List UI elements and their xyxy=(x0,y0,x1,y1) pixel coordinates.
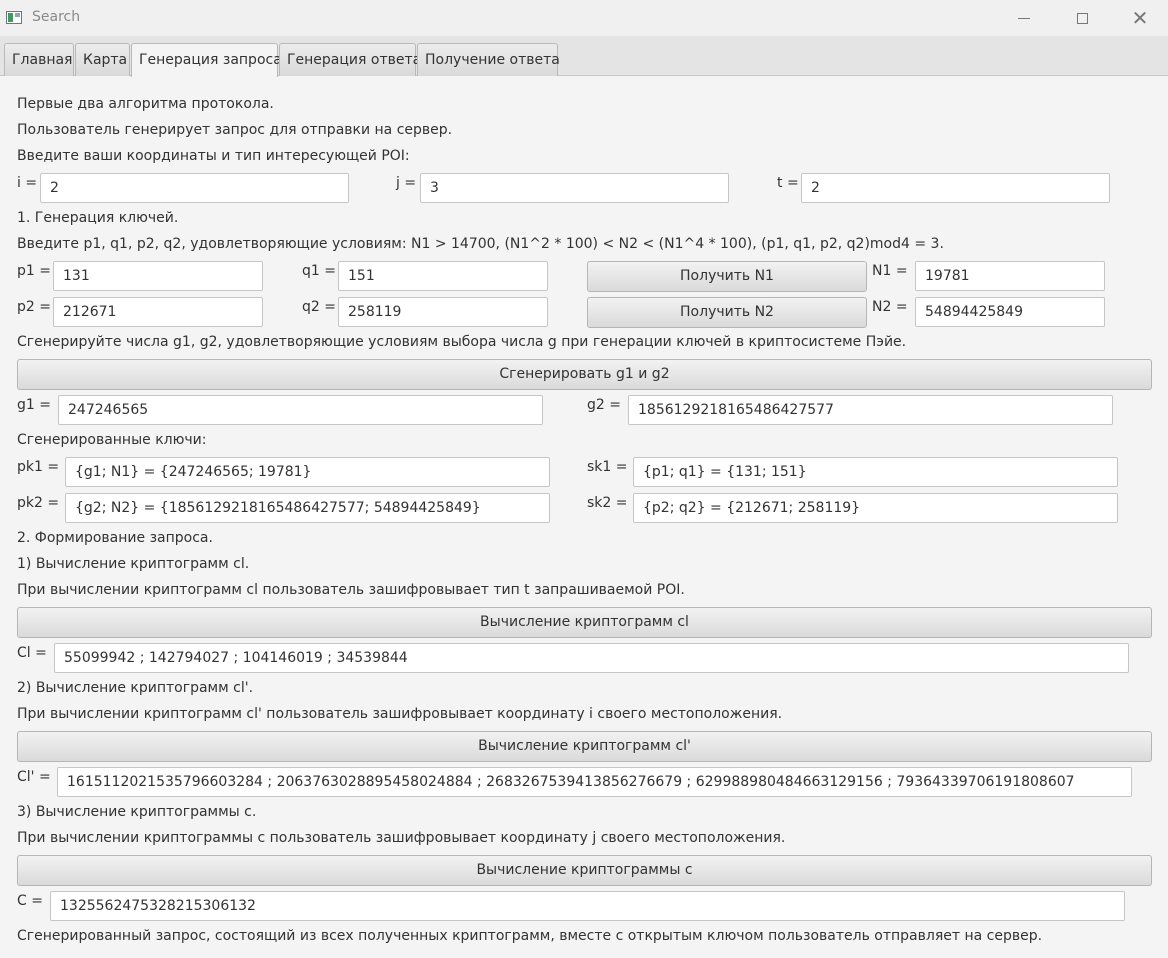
g-instruction: Сгенерируйте числа g1, g2, удовлетворяющ… xyxy=(17,334,907,350)
c-description: При вычислении криптограммы c пользовате… xyxy=(17,830,786,846)
tab-bar: Главная Карта Генерация запроса Генераци… xyxy=(0,36,1168,77)
close-icon: ✕ xyxy=(1131,6,1149,30)
pk2-label: pk2 = xyxy=(17,495,60,511)
g2-input[interactable]: 1856129218165486427577 xyxy=(628,395,1113,425)
cl-label: Cl = xyxy=(17,645,47,661)
generate-g-button[interactable]: Сгенерировать g1 и g2 xyxy=(17,359,1152,390)
tab-request-generation[interactable]: Генерация запроса xyxy=(131,43,282,77)
n1-label: N1 = xyxy=(872,263,908,279)
maximize-icon xyxy=(1076,12,1088,24)
tab-response-generation[interactable]: Генерация ответа xyxy=(279,43,421,76)
clp-description: При вычислении криптограмм cl' пользоват… xyxy=(17,706,783,722)
c-label: C = xyxy=(17,893,43,909)
intro-line-2: Пользователь генерирует запрос для отпра… xyxy=(17,122,453,138)
keygen-condition: Введите p1, q1, p2, q2, удовлетворяющие … xyxy=(17,236,944,252)
tab-main[interactable]: Главная xyxy=(4,43,74,76)
n1-input[interactable]: 19781 xyxy=(915,261,1105,291)
p1-input[interactable]: 131 xyxy=(53,261,263,291)
q2-label: q2 = xyxy=(302,299,336,315)
close-button[interactable]: ✕ xyxy=(1117,0,1163,36)
get-n1-button[interactable]: Получить N1 xyxy=(587,261,867,292)
pk1-label: pk1 = xyxy=(17,459,60,475)
cl-description: При вычислении криптограмм cl пользовате… xyxy=(17,582,685,598)
c-heading: 3) Вычисление криптограммы c. xyxy=(17,804,257,820)
compute-cl-button[interactable]: Вычисление криптограмм cl xyxy=(17,607,1152,638)
clp-label: Cl' = xyxy=(17,769,51,785)
clp-input[interactable]: 1615112021535796603284 ; 206376302889545… xyxy=(57,767,1132,797)
g2-label: g2 = xyxy=(587,397,621,413)
j-input[interactable]: 3 xyxy=(420,173,729,203)
pk2-input[interactable]: {g2; N2} = {1856129218165486427577; 5489… xyxy=(65,493,550,523)
maximize-button[interactable] xyxy=(1059,0,1105,36)
p1-label: p1 = xyxy=(17,263,51,279)
i-input[interactable]: 2 xyxy=(40,173,349,203)
compute-c-button[interactable]: Вычисление криптограммы c xyxy=(17,855,1152,886)
n2-label: N2 = xyxy=(872,299,908,315)
intro-line-3: Введите ваши координаты и тип интересующ… xyxy=(17,148,410,164)
sk2-label: sk2 = xyxy=(587,495,628,511)
t-label: t = xyxy=(777,175,799,191)
request-heading: 2. Формирование запроса. xyxy=(17,530,213,546)
pk1-input[interactable]: {g1; N1} = {247246565; 19781} xyxy=(65,457,550,487)
c-input[interactable]: 1325562475328215306132 xyxy=(50,891,1125,921)
p2-label: p2 = xyxy=(17,299,51,315)
get-n2-button[interactable]: Получить N2 xyxy=(587,297,867,328)
sk2-input[interactable]: {p2; q2} = {212671; 258119} xyxy=(633,493,1118,523)
p2-input[interactable]: 212671 xyxy=(53,297,263,327)
intro-line-1: Первые два алгоритма протокола. xyxy=(17,96,274,112)
cl-input[interactable]: 55099942 ; 142794027 ; 104146019 ; 34539… xyxy=(54,643,1129,673)
clp-heading: 2) Вычисление криптограмм cl'. xyxy=(17,680,254,696)
keygen-heading: 1. Генерация ключей. xyxy=(17,210,179,226)
q2-input[interactable]: 258119 xyxy=(338,297,548,327)
t-input[interactable]: 2 xyxy=(801,173,1110,203)
sk1-label: sk1 = xyxy=(587,459,628,475)
i-label: i = xyxy=(17,175,38,191)
tab-response-receiving[interactable]: Получение ответа xyxy=(417,43,560,76)
sk1-input[interactable]: {p1; q1} = {131; 151} xyxy=(633,457,1118,487)
title-bar: Search ✕ xyxy=(0,0,1168,36)
cl-heading: 1) Вычисление криптограмм cl. xyxy=(17,556,250,572)
j-label: j = xyxy=(396,175,417,191)
app-icon xyxy=(6,11,22,24)
minimize-button[interactable] xyxy=(1001,0,1047,36)
tab-map[interactable]: Карта xyxy=(75,43,130,76)
n2-input[interactable]: 54894425849 xyxy=(915,297,1105,327)
g1-label: g1 = xyxy=(17,397,51,413)
window-title: Search xyxy=(32,9,81,25)
final-text: Сгенерированный запрос, состоящий из все… xyxy=(17,928,1043,944)
keys-heading: Сгенерированные ключи: xyxy=(17,432,207,448)
q1-label: q1 = xyxy=(302,263,336,279)
minimize-icon xyxy=(1018,17,1030,19)
compute-clp-button[interactable]: Вычисление криптограмм cl' xyxy=(17,731,1152,762)
q1-input[interactable]: 151 xyxy=(338,261,548,291)
g1-input[interactable]: 247246565 xyxy=(58,395,543,425)
